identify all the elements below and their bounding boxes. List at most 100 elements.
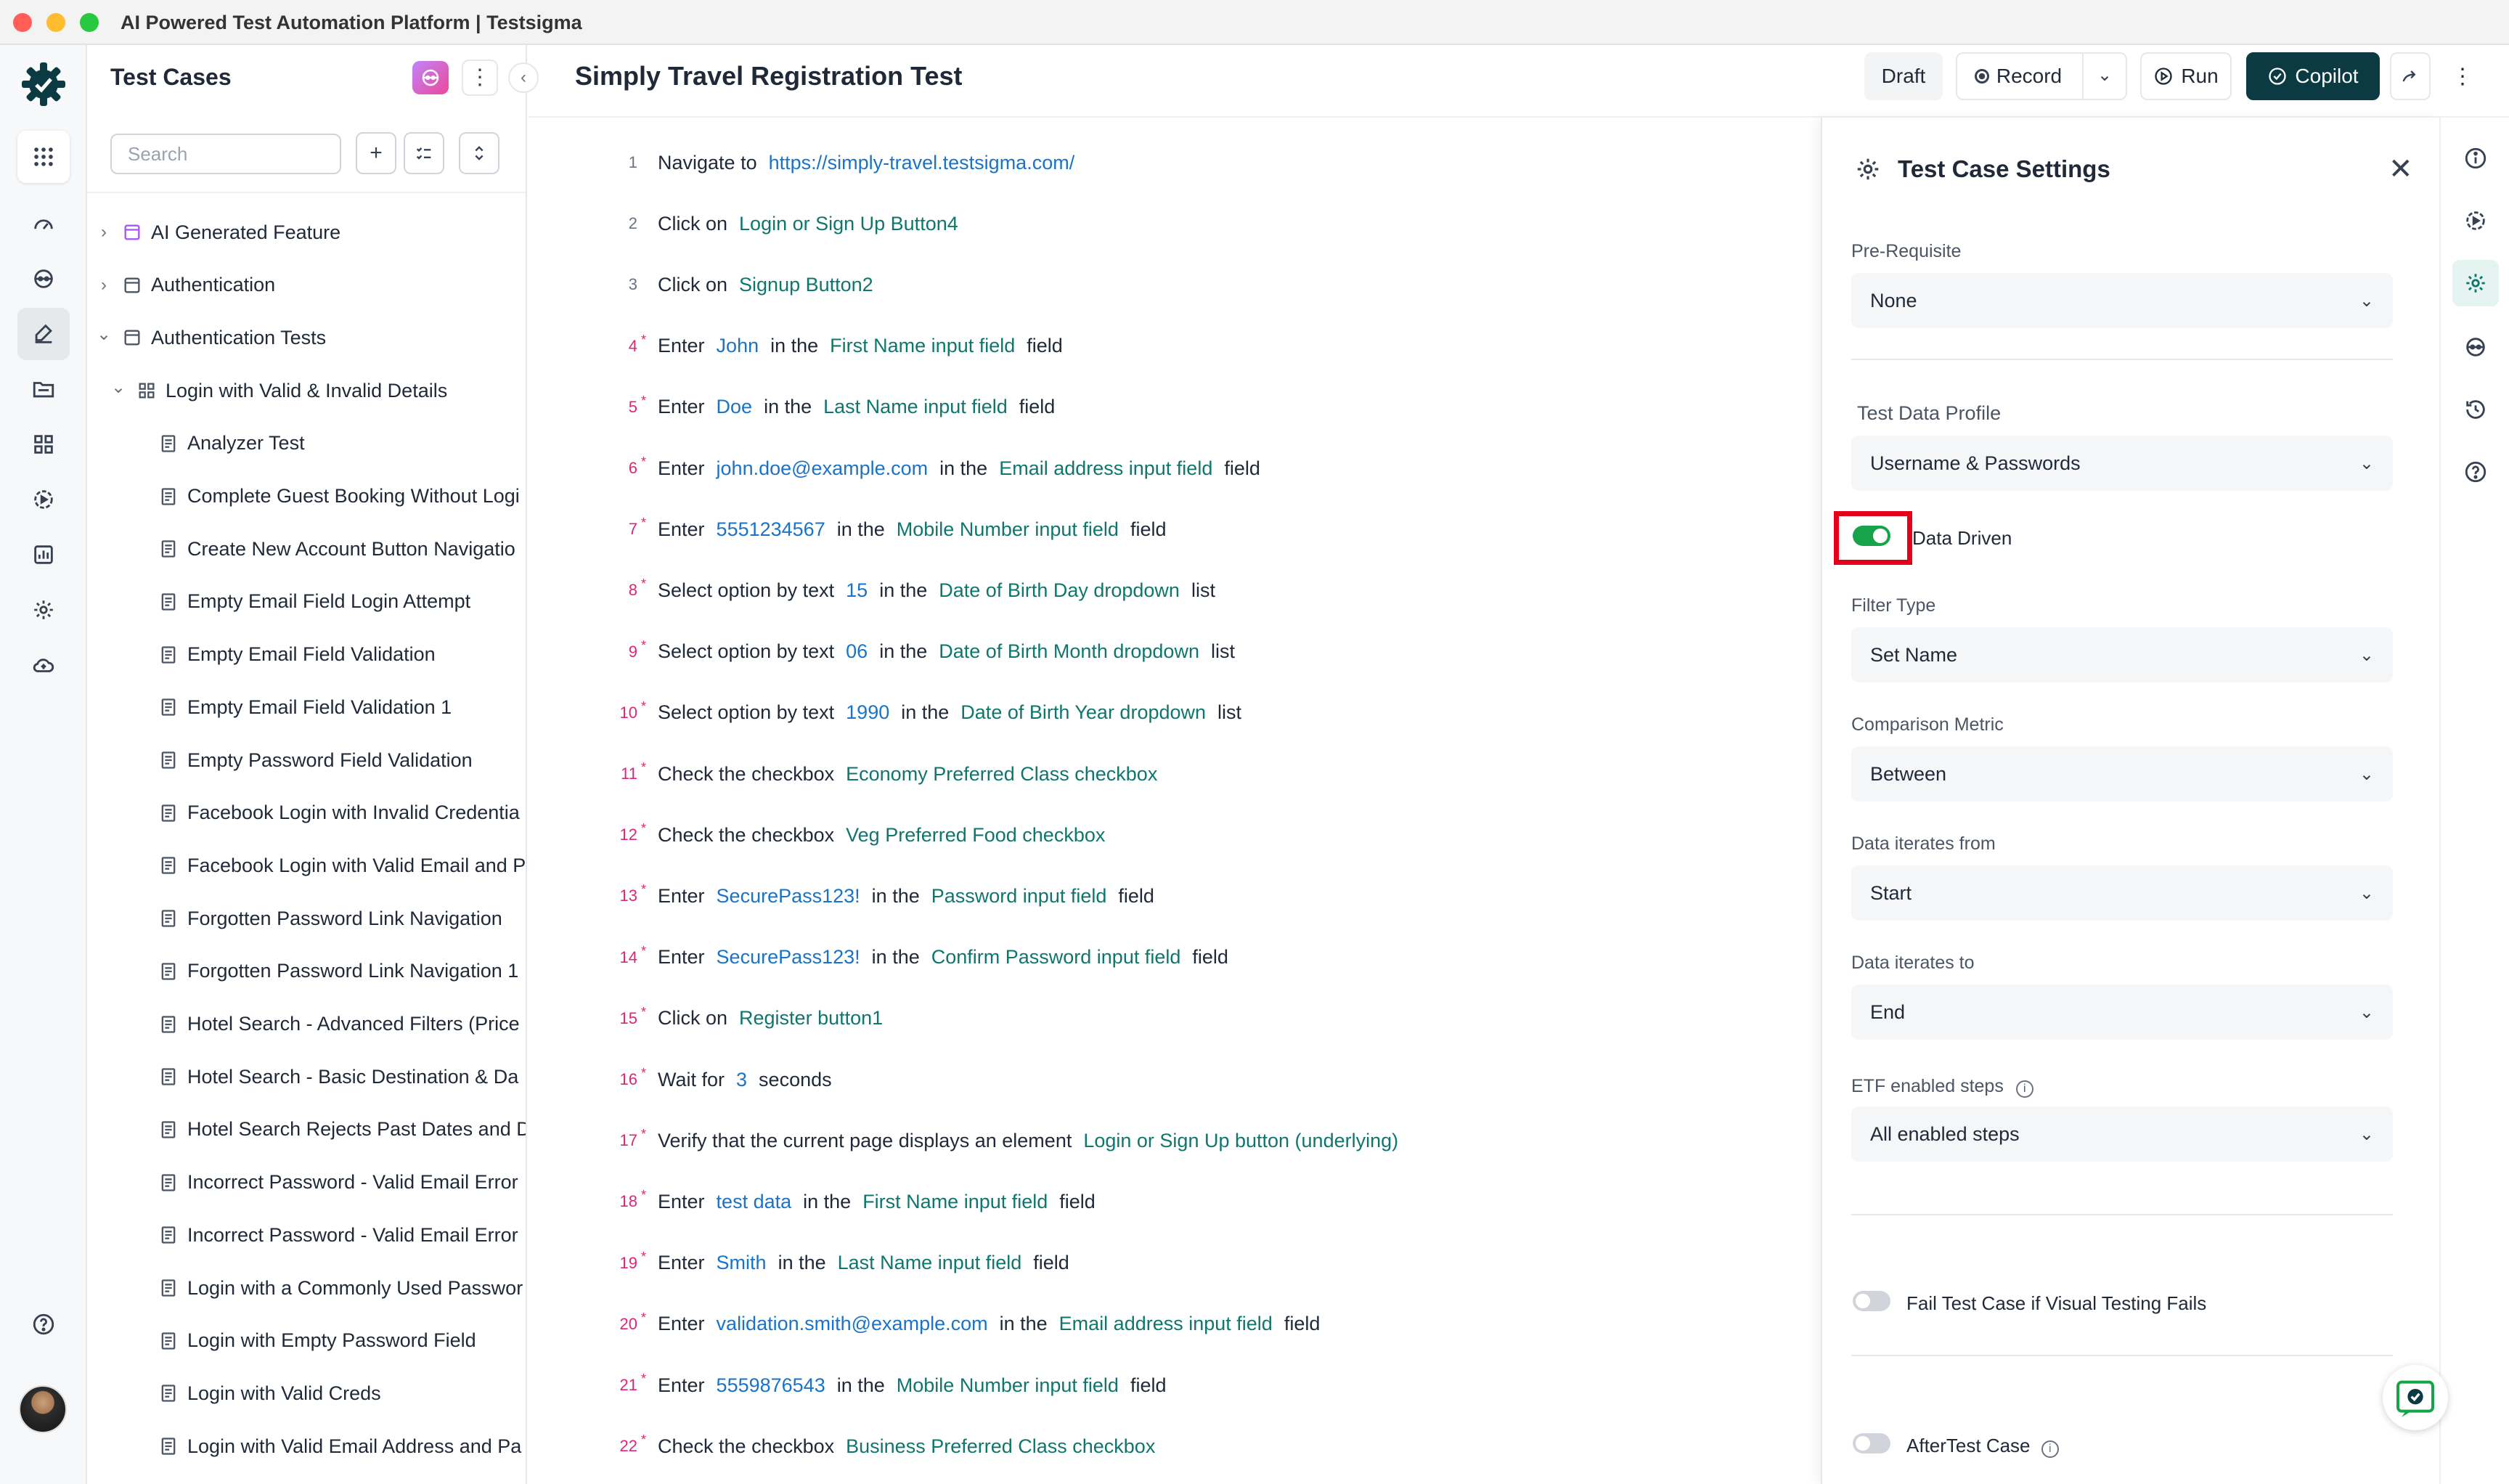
help-icon[interactable] [17,1298,70,1350]
test-case-item[interactable]: Hotel Search - Advanced Filters (Price [129,998,520,1051]
after-test-toggle[interactable] [1853,1433,1890,1454]
test-step-row[interactable]: 12 Check the checkbox Veg Preferred Food c… [601,804,1117,865]
test-case-item[interactable]: Empty Email Field Validation 1 [129,681,452,733]
test-step-row[interactable]: 5 Enter Doe in the Last Name input field fiel… [601,377,1066,438]
test-data-profile-select[interactable]: Username & Passwords ⌄ [1851,436,2393,491]
ai-agent-icon[interactable] [2452,324,2499,370]
test-case-item[interactable]: Facebook Login with Valid Email and P [129,839,526,892]
step-element[interactable]: Email address input field [1059,1313,1273,1335]
info-icon[interactable]: i [2041,1440,2059,1458]
history-icon[interactable] [2452,386,2499,433]
test-case-item[interactable]: Hotel Search - Basic Destination & Da [129,1051,518,1103]
test-step-row[interactable]: 7 Enter 5551234567 in the Mobile Number inpu… [601,499,1178,560]
tree-folder-item[interactable]: › Authentication [93,259,275,311]
test-case-item[interactable]: Create New Account Button Navigatio [129,523,515,575]
copilot-assistant-icon[interactable] [412,61,449,94]
test-step-row[interactable]: 16 Wait for 3 seconds [601,1049,844,1110]
filter-type-select[interactable]: Set Name ⌄ [1851,627,2393,682]
test-step-row[interactable]: 19 Enter Smith in the Last Name input field f… [601,1233,1081,1294]
test-case-item[interactable]: Empty Email Field Login Attempt [129,576,470,628]
step-element[interactable]: Mobile Number input field [897,518,1119,541]
test-case-item[interactable]: Analyzer Test [129,417,305,470]
maximize-window-button[interactable] [80,13,99,32]
settings-gear-icon[interactable] [17,584,70,636]
test-step-row[interactable]: 20 Enter validation.smith@example.com in th… [601,1294,1331,1355]
chevron-down-icon[interactable]: ⌄ [107,377,129,398]
iterates-to-select[interactable]: End ⌄ [1851,984,2393,1040]
fail-visual-toggle[interactable] [1853,1291,1890,1311]
add-test-case-button[interactable]: + [356,132,396,174]
collapse-sidebar-icon[interactable]: ‹ [508,62,539,93]
copilot-button[interactable]: Copilot [2246,52,2380,100]
dashboard-icon[interactable] [17,197,70,250]
test-case-item[interactable]: Incorrect Password - Valid Email Error [129,1157,518,1209]
step-element[interactable]: Login or Sign Up Button4 [739,213,958,235]
prerequisite-select[interactable]: None ⌄ [1851,273,2393,328]
test-step-row[interactable]: 15 Click on Register button1 [601,988,894,1049]
step-test-data[interactable]: SecurePass123! [717,885,860,908]
testsigma-logo-icon[interactable] [19,60,68,109]
step-test-data[interactable]: Smith [717,1252,767,1274]
step-test-data[interactable]: 5559876543 [717,1374,825,1397]
record-dropdown-chevron-icon[interactable]: ⌄ [2082,54,2126,99]
step-element[interactable]: Email address input field [999,457,1212,480]
step-test-data[interactable]: https://simply-travel.testsigma.com/ [769,152,1075,174]
iterates-from-select[interactable]: Start ⌄ [1851,865,2393,921]
step-element[interactable]: Last Name input field [838,1252,1022,1274]
step-element[interactable]: Mobile Number input field [897,1374,1119,1397]
help-icon[interactable] [2452,449,2499,495]
copilot-chat-fab[interactable] [2383,1365,2448,1430]
test-case-item[interactable]: Facebook Login with Invalid Credentia [129,787,520,839]
step-test-data[interactable]: 1990 [846,701,889,724]
step-element[interactable]: Register button1 [739,1007,883,1030]
test-case-item[interactable]: Login with Empty Password Field [129,1315,476,1367]
test-step-row[interactable]: 9 Select option by text 06 in the Date of Bi… [601,621,1247,682]
close-window-button[interactable] [13,13,32,32]
test-case-item[interactable]: Forgotten Password Link Navigation [129,892,502,945]
step-test-data[interactable]: 06 [846,640,868,663]
step-test-data[interactable]: SecurePass123! [717,946,860,969]
more-options-icon[interactable]: ⋮ [2442,52,2483,100]
step-test-data[interactable]: 5551234567 [717,518,825,541]
test-case-item[interactable]: Login with Valid Email Address and Pa [129,1420,521,1472]
test-case-item[interactable]: Login with Valid Creds [129,1367,381,1419]
chevron-down-icon[interactable]: ⌄ [93,324,115,345]
test-step-row[interactable]: 11 Check the checkbox Economy Preferred Cl… [601,743,1169,804]
close-icon[interactable]: ✕ [2388,152,2413,186]
test-case-item[interactable]: Hotel Search Rejects Past Dates and D [129,1104,526,1156]
settings-gear-icon[interactable] [2452,260,2499,306]
step-element[interactable]: Business Preferred Class checkbox [846,1435,1155,1458]
step-element[interactable]: First Name input field [862,1191,1048,1213]
test-step-row[interactable]: 21 Enter 5559876543 in the Mobile Number inp… [601,1355,1178,1416]
user-avatar[interactable] [19,1385,67,1433]
reports-icon[interactable] [17,529,70,581]
test-case-item[interactable]: Complete Guest Booking Without Logi [129,470,520,523]
info-icon[interactable] [2452,135,2499,182]
tree-folder-item[interactable]: ⌄ Authentication Tests [93,311,326,364]
tree-folder-item[interactable]: › AI Generated Feature [93,206,340,258]
test-step-row[interactable]: 22 Check the checkbox Business Preferred C… [601,1416,1167,1477]
test-step-row[interactable]: 13 Enter SecurePass123! in the Password inpu… [601,865,1166,926]
test-case-item[interactable]: Incorrect Password - Valid Email Error [129,1209,518,1261]
chevron-right-icon[interactable]: › [93,275,115,295]
step-element[interactable]: Economy Preferred Class checkbox [846,763,1157,786]
step-element[interactable]: First Name input field [830,335,1015,357]
folder-icon[interactable] [17,363,70,415]
checklist-icon[interactable] [404,132,444,174]
step-element[interactable]: Confirm Password input field [931,946,1181,969]
share-icon[interactable] [2390,52,2431,100]
minimize-window-button[interactable] [46,13,65,32]
step-element[interactable]: Veg Preferred Food checkbox [846,824,1105,847]
step-test-data[interactable]: john.doe@example.com [717,457,929,480]
test-step-row[interactable]: 1 Navigate to https://simply-travel.testsi… [601,132,1086,193]
test-case-item[interactable]: Empty Password Field Validation [129,734,473,786]
step-test-data[interactable]: 15 [846,579,868,602]
test-case-item[interactable]: Forgotten Password Link Navigation 1 [129,945,518,998]
etf-steps-select[interactable]: All enabled steps ⌄ [1851,1106,2393,1162]
step-test-data[interactable]: 3 [736,1069,747,1091]
ai-agent-icon[interactable] [17,253,70,305]
step-element[interactable]: Login or Sign Up button (underlying) [1083,1130,1398,1152]
test-step-row[interactable]: 4 Enter John in the First Name input field fi… [601,316,1074,377]
run-button[interactable]: Run [2140,52,2232,100]
step-test-data[interactable]: validation.smith@example.com [717,1313,988,1335]
